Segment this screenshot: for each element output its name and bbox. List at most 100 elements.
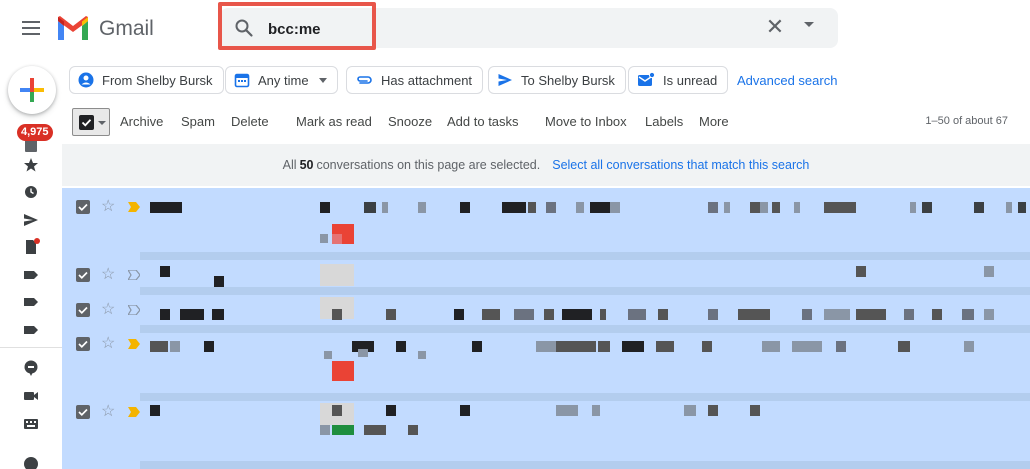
star-icon[interactable]: ☆: [101, 302, 115, 318]
important-marker-icon[interactable]: [128, 270, 140, 280]
filter-to-chip[interactable]: To Shelby Bursk: [488, 66, 626, 94]
redacted-text: [514, 309, 534, 320]
important-marker-icon[interactable]: [128, 407, 140, 417]
redacted-text: [794, 202, 800, 213]
important-marker-icon[interactable]: [128, 339, 140, 349]
important-marker-icon[interactable]: [128, 202, 140, 212]
email-row[interactable]: ☆: [62, 295, 1030, 329]
delete-button[interactable]: Delete: [231, 114, 269, 129]
redacted-chip: [408, 425, 418, 435]
redacted-text: [610, 202, 620, 213]
labels-button[interactable]: Labels: [645, 114, 683, 129]
redacted-text: [760, 202, 768, 213]
redacted-text: [932, 309, 942, 320]
star-icon[interactable]: ☆: [101, 336, 115, 352]
banner-suffix: conversations on this page are selected.: [316, 158, 541, 172]
redacted-text: [590, 202, 610, 213]
attachment-icon: [357, 76, 372, 84]
search-options-caret-icon[interactable]: [804, 22, 814, 27]
star-icon[interactable]: ☆: [101, 267, 115, 283]
draft-icon[interactable]: [21, 237, 41, 257]
keyboard-icon[interactable]: [21, 414, 41, 434]
redacted-text: [750, 202, 760, 213]
compose-button[interactable]: [8, 66, 56, 114]
label-icon[interactable]: [21, 320, 41, 340]
redacted-text: [396, 341, 406, 352]
filter-attachment-chip[interactable]: Has attachment: [346, 66, 484, 94]
redacted-text: [708, 309, 718, 320]
redacted-text: [738, 309, 770, 320]
advanced-search-link[interactable]: Advanced search: [737, 73, 837, 88]
archive-button[interactable]: Archive: [120, 114, 163, 129]
redacted-text: [364, 202, 376, 213]
row-checkbox[interactable]: [76, 303, 90, 317]
selection-banner: All 50 conversations on this page are se…: [62, 144, 1030, 186]
video-icon[interactable]: [21, 386, 41, 406]
snooze-button[interactable]: Snooze: [388, 114, 432, 129]
clock-icon[interactable]: [21, 182, 41, 202]
spam-button[interactable]: Spam: [181, 114, 215, 129]
redacted-text: [622, 341, 644, 352]
send-icon[interactable]: [21, 210, 41, 230]
redacted-sender: [160, 266, 170, 277]
more-button[interactable]: More: [699, 114, 729, 129]
select-all-matching-link[interactable]: Select all conversations that match this…: [552, 158, 809, 172]
star-icon[interactable]: [21, 155, 41, 175]
redacted-chip: [358, 349, 368, 357]
redacted-text: [856, 266, 866, 277]
redacted-text: [382, 202, 388, 213]
email-row[interactable]: ☆: [62, 260, 1030, 290]
redacted-attachment-icon: [332, 234, 342, 244]
row-checkbox[interactable]: [76, 405, 90, 419]
redacted-text: [544, 309, 554, 320]
move-to-inbox-button[interactable]: Move to Inbox: [545, 114, 627, 129]
redacted-text: [628, 309, 646, 320]
email-row[interactable]: ☆: [62, 333, 1030, 393]
banner-prefix: All: [282, 158, 297, 172]
row-checkbox[interactable]: [76, 337, 90, 351]
add-to-tasks-button[interactable]: Add to tasks: [447, 114, 519, 129]
redacted-text: [454, 309, 464, 320]
hangouts-icon[interactable]: [21, 454, 41, 469]
row-checkbox[interactable]: [76, 200, 90, 214]
caret-down-icon: [98, 121, 106, 125]
redacted-text: [332, 309, 342, 320]
redacted-text: [702, 341, 712, 352]
redacted-sender: [160, 309, 170, 320]
select-all-checkbox[interactable]: [72, 108, 110, 136]
search-input[interactable]: [268, 18, 748, 40]
redacted-sender: [150, 405, 160, 416]
redacted-text: [922, 202, 932, 213]
redacted-text: [750, 405, 760, 416]
main-menu-button[interactable]: [18, 17, 44, 41]
redacted-attachment-icon: [332, 361, 354, 381]
row-checkbox[interactable]: [76, 268, 90, 282]
star-icon[interactable]: ☆: [101, 404, 115, 420]
redacted-text: [658, 309, 668, 320]
filter-time-chip[interactable]: Any time: [225, 66, 338, 94]
mark-as-read-button[interactable]: Mark as read: [296, 114, 372, 129]
gmail-logo-icon[interactable]: [56, 15, 90, 41]
label-icon[interactable]: [21, 265, 41, 285]
redacted-text: [836, 341, 846, 352]
redacted-sender: [150, 202, 182, 213]
email-row[interactable]: ☆: [62, 401, 1030, 469]
filter-from-chip[interactable]: From Shelby Bursk: [69, 66, 224, 94]
redacted-text: [556, 341, 596, 352]
redacted-text: [528, 202, 536, 213]
email-list: ☆ ☆ ☆ ☆ ☆: [62, 188, 1030, 469]
star-icon[interactable]: ☆: [101, 199, 115, 215]
top-bar: Gmail ✕: [0, 0, 1030, 58]
close-icon[interactable]: ✕: [764, 16, 786, 39]
unread-mail-icon: [638, 72, 655, 86]
label-icon[interactable]: [21, 292, 41, 312]
redacted-text: [576, 202, 584, 213]
redacted-text: [600, 309, 606, 320]
redacted-text: [386, 405, 396, 416]
important-marker-icon[interactable]: [128, 305, 140, 315]
filter-unread-chip[interactable]: Is unread: [628, 66, 729, 94]
chat-icon[interactable]: [21, 358, 41, 378]
email-row[interactable]: ☆: [62, 188, 1030, 260]
search-icon[interactable]: [234, 18, 254, 38]
unread-count-badge: 4,975: [17, 124, 53, 141]
